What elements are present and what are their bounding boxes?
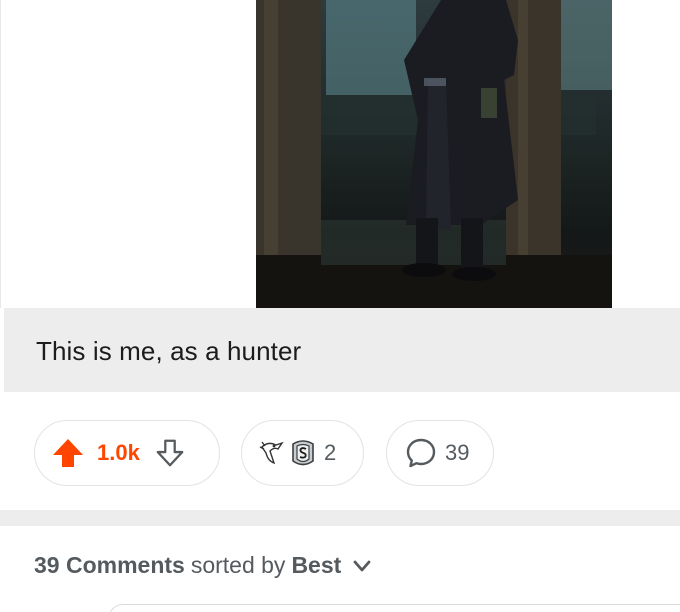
post-media [0, 0, 680, 308]
post-caption-bar: This is me, as a hunter [4, 308, 680, 392]
comment-count: 39 [445, 440, 470, 465]
post-image-illustration [256, 0, 612, 308]
awards-button[interactable]: 2 [241, 420, 364, 486]
silver-award-icon [288, 437, 318, 469]
section-divider [0, 510, 680, 526]
comments-header: 39 Comments sorted by Best [34, 552, 373, 579]
comments-button[interactable]: 39 [386, 420, 494, 486]
post-action-bar: 1.0k 2 39 [0, 392, 680, 510]
chevron-down-icon [351, 555, 373, 577]
sorted-by-label: sorted by [190, 552, 286, 578]
arrow-down-icon[interactable] [154, 437, 186, 469]
sort-value: Best [291, 552, 342, 578]
speech-bubble-icon [405, 437, 437, 469]
comment-input[interactable] [108, 604, 680, 612]
arrow-up-icon[interactable] [51, 436, 85, 470]
post-caption: This is me, as a hunter [36, 336, 302, 366]
vote-pill: 1.0k [34, 420, 220, 486]
award-count: 2 [324, 440, 337, 465]
comments-count-label: 39 Comments [34, 552, 185, 578]
post-image[interactable] [256, 0, 612, 308]
vote-count: 1.0k [97, 440, 140, 465]
sort-dropdown[interactable]: Best [291, 552, 373, 579]
gesture-hand-award-icon [256, 437, 288, 469]
